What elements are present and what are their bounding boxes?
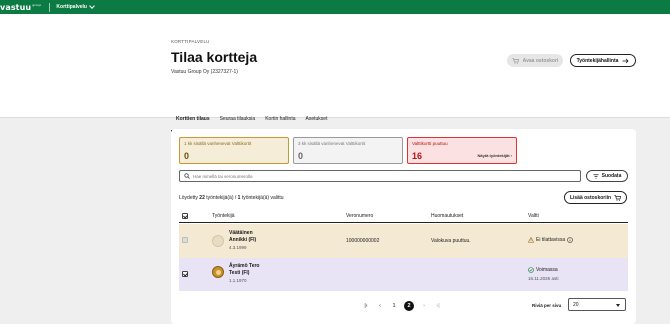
employee-management-button[interactable]: Työntekijähallinta xyxy=(570,54,636,67)
filter-button[interactable]: Suodata xyxy=(586,170,628,182)
check-circle-icon xyxy=(528,267,534,273)
expiring-3m-summary[interactable]: 3 kk sisällä vanhenevat Valttikortit 0 xyxy=(293,137,403,164)
tab-settings[interactable]: Asetukset xyxy=(301,101,333,132)
rows-per-page-value: 20 xyxy=(573,301,579,308)
page-header: KORTTIPALVELU Tilaa kortteja Vastuu Grou… xyxy=(0,14,670,132)
product-switcher[interactable]: Korttipalvelu xyxy=(56,3,95,10)
open-cart-label: Avaa ostoskori xyxy=(522,57,559,64)
expiring-3m-count: 0 xyxy=(298,151,304,161)
missing-card-label: Valttikortti puuttuu xyxy=(412,141,448,146)
column-valtti[interactable]: Valtti xyxy=(528,213,539,219)
last-page-button[interactable]: ›| xyxy=(431,303,445,309)
topbar-divider xyxy=(49,2,51,12)
missing-card-summary[interactable]: Valttikortti puuttuu 16 Näytä työntekijä… xyxy=(407,137,517,164)
logo-sup: group xyxy=(32,2,42,7)
table-row[interactable]: Väätäinen Annikki (FI) 4.3.1999 100000000… xyxy=(179,224,628,258)
previous-page-button[interactable]: ‹ xyxy=(373,303,387,309)
page-1-button[interactable]: 1 xyxy=(387,303,401,309)
employee-name-line2: Annikki (FI) xyxy=(229,236,257,243)
show-employees-label: Näytä työntekijät xyxy=(477,153,510,158)
results-total: 22 xyxy=(199,195,205,201)
valtti-status: Voimassa xyxy=(528,267,558,273)
filter-icon xyxy=(593,173,599,179)
search-icon xyxy=(184,173,190,179)
expiring-1m-label: 1 kk sisällä vanhenevat Valttikortit xyxy=(184,141,252,146)
product-label: Korttipalvelu xyxy=(56,4,87,10)
warning-icon xyxy=(528,237,534,243)
results-middle: työntekijä(ä) / xyxy=(206,195,237,201)
employee-name-line1: Äyrämö Tero xyxy=(229,263,260,269)
breadcrumb: KORTTIPALVELU xyxy=(171,39,210,44)
row-checkbox xyxy=(182,237,188,243)
avatar xyxy=(212,235,224,247)
first-page-button[interactable]: |‹ xyxy=(359,303,373,309)
cart-icon xyxy=(512,57,519,64)
show-employees-link[interactable]: Näytä työntekijät › xyxy=(478,153,512,158)
search-field[interactable] xyxy=(179,170,581,182)
add-to-cart-button[interactable]: Lisää ostoskoriin xyxy=(564,191,627,204)
results-suffix: työntekijä(ä) valittu xyxy=(241,195,284,201)
search-input[interactable] xyxy=(193,173,563,179)
employee-dob: 1.1.1970 xyxy=(229,278,247,283)
add-to-cart-label: Lisää ostoskoriin xyxy=(569,194,612,201)
results-selected: 1 xyxy=(237,195,241,201)
expiring-1m-count: 0 xyxy=(184,151,190,161)
logo-text: vastuu xyxy=(0,2,32,12)
employee-management-label: Työntekijähallinta xyxy=(576,57,619,64)
expiring-3m-label: 3 kk sisällä vanhenevat Valttikortit xyxy=(298,141,366,146)
info-icon[interactable] xyxy=(567,237,573,243)
results-prefix: Löydetty xyxy=(179,195,198,201)
rows-per-page-label: Riviä per sivu xyxy=(532,303,562,308)
missing-card-count: 16 xyxy=(412,151,423,161)
row-checkbox[interactable] xyxy=(182,271,188,277)
valtti-status: Ei tilattavissa xyxy=(528,237,573,243)
valtti-valid-until: 16.11.2026 asti xyxy=(528,276,559,281)
vastuu-logo[interactable]: vastuugroup xyxy=(0,3,41,12)
tab-card-management[interactable]: Kortin hallinta xyxy=(260,101,300,132)
tab-card-orders[interactable]: Korttien tilaus xyxy=(171,101,215,132)
tax-number: 100000000002 xyxy=(346,238,380,244)
employee-name[interactable]: Äyrämö Tero Testi (FI) xyxy=(229,263,259,276)
pagination: |‹ ‹ 1 2 › ›| xyxy=(359,301,445,311)
tab-bar: Korttien tilaus Seuraa tilauksia Kortin … xyxy=(171,101,332,132)
select-all-checkbox[interactable] xyxy=(182,213,188,219)
employee-name-line1: Väätäinen xyxy=(229,230,253,236)
page-title: Tilaa kortteja xyxy=(171,49,258,65)
chevron-down-icon xyxy=(89,3,95,9)
filter-label: Suodata xyxy=(601,173,622,179)
company-name: Vastuu Group Oy (2327327-1) xyxy=(171,69,238,75)
results-summary: Löydetty 22 työntekijä(ä) / 1 työntekijä… xyxy=(179,195,284,201)
column-tax-number[interactable]: Veronumero xyxy=(346,213,373,219)
arrow-right-icon xyxy=(622,58,629,63)
column-notes[interactable]: Huomautukset xyxy=(431,213,463,219)
table-row[interactable]: Äyrämö Tero Testi (FI) 1.1.1970 Voimassa … xyxy=(179,258,628,291)
page-2-button[interactable]: 2 xyxy=(404,301,414,311)
note-text: Valokuva puuttuu. xyxy=(431,238,471,244)
employee-name-line2: Testi (FI) xyxy=(229,269,250,276)
column-employee[interactable]: Työntekijä xyxy=(212,213,235,219)
dropdown-caret-icon xyxy=(616,304,620,307)
employee-dob: 4.3.1999 xyxy=(229,245,247,250)
rows-per-page-select[interactable]: 20 xyxy=(568,298,626,311)
valtti-status-label: Ei tilattavissa xyxy=(536,237,566,243)
cart-icon xyxy=(614,194,622,201)
table-header: Työntekijä Veronumero Huomautukset Valtt… xyxy=(179,209,628,223)
tab-track-orders[interactable]: Seuraa tilauksia xyxy=(215,101,261,132)
order-cards-panel: 1 kk sisällä vanhenevat Valttikortit 0 3… xyxy=(171,129,636,324)
valtti-status-label: Voimassa xyxy=(536,267,558,273)
next-page-button[interactable]: › xyxy=(417,303,431,309)
employee-name[interactable]: Väätäinen Annikki (FI) xyxy=(229,230,256,243)
top-navigation-bar: vastuugroup Korttipalvelu xyxy=(0,0,670,14)
avatar xyxy=(212,266,224,278)
open-cart-button[interactable]: Avaa ostoskori xyxy=(507,54,563,67)
expiring-1m-summary[interactable]: 1 kk sisällä vanhenevat Valttikortit 0 xyxy=(179,137,289,164)
